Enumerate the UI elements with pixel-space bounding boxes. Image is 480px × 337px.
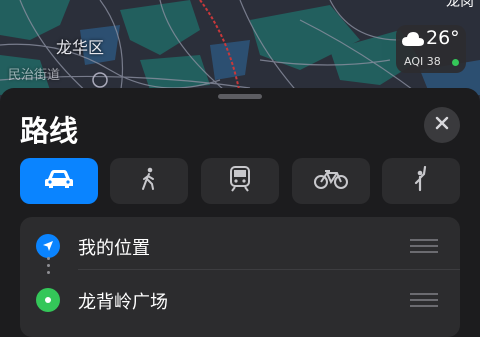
bicycle-icon [314,168,348,194]
mode-cycle-button[interactable] [292,158,370,204]
stop-origin-label: 我的位置 [78,238,150,259]
reorder-handle-icon[interactable] [410,293,438,311]
car-icon [44,168,74,194]
temperature: 26° [426,27,460,49]
page-title: 路线 [20,114,79,148]
close-icon [434,115,450,135]
location-arrow-icon [36,234,60,258]
cloud-icon [402,31,424,51]
mode-transit-button[interactable] [201,158,279,204]
divider [78,269,460,270]
train-icon [229,166,251,196]
stop-destination[interactable]: 龙背岭广场 [20,275,460,325]
destination-pin-icon [36,288,60,312]
transport-mode-selector [20,158,460,204]
directions-sheet: 路线 我的位置 龙背岭广场 [0,88,480,337]
reorder-handle-icon[interactable] [410,239,438,257]
mode-walk-button[interactable] [110,158,188,204]
corner-place-label: 龙岗 [446,0,474,10]
mode-drive-button[interactable] [20,158,98,204]
mode-rideshare-button[interactable] [382,158,460,204]
stop-destination-label: 龙背岭广场 [78,292,168,313]
route-stops-list: 我的位置 龙背岭广场 [20,217,460,337]
close-button[interactable] [424,107,460,143]
walk-icon [139,167,159,195]
district-label: 龙华区 [56,38,105,57]
stop-origin[interactable]: 我的位置 [20,221,460,271]
weather-widget[interactable]: 26° AQI 38 [396,25,466,73]
aqi-status-dot [452,59,459,66]
sheet-grabber[interactable] [218,94,262,99]
hail-icon [412,165,430,196]
aqi-value: AQI 38 [404,55,441,68]
street-label: 民治街道 [8,68,61,83]
